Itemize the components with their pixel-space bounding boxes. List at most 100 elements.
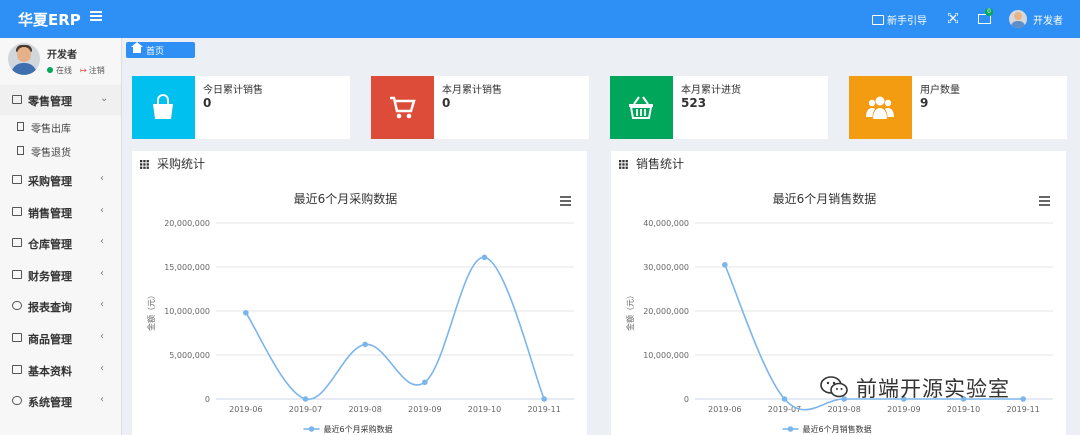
data-point bbox=[302, 396, 309, 402]
chevron-left-icon: ‹ bbox=[100, 173, 104, 184]
y-tick-label: 10,000,000 bbox=[164, 307, 210, 316]
sidebar-subitem-retail-return[interactable]: 零售退货 bbox=[0, 139, 121, 163]
data-point bbox=[422, 379, 428, 386]
shopping-basket-icon bbox=[629, 96, 653, 119]
grid-icon bbox=[12, 365, 22, 374]
grid-icon bbox=[140, 160, 149, 169]
watermark-text: 前端开源实验室 bbox=[856, 377, 1010, 401]
chart-title: 最近6个月采购数据 bbox=[294, 191, 398, 206]
series-line bbox=[245, 256, 545, 400]
sidebar-item-system[interactable]: 系统管理 ‹ bbox=[0, 386, 121, 416]
x-tick-label: 2019-09 bbox=[408, 405, 441, 414]
legend-label: 最近6个月销售数据 bbox=[803, 424, 872, 434]
y-tick-label: 15,000,000 bbox=[164, 263, 210, 272]
y-tick-label: 0 bbox=[205, 395, 210, 404]
avatar bbox=[8, 43, 40, 75]
chevron-left-icon: ‹ bbox=[100, 299, 104, 310]
brand-logo[interactable]: 华夏ERP bbox=[18, 9, 81, 30]
logout-icon: ↦ bbox=[80, 66, 87, 75]
panel-title: 销售统计 bbox=[636, 157, 685, 171]
x-tick-label: 2019-07 bbox=[768, 405, 801, 414]
y-tick-label: 30,000,000 bbox=[643, 263, 689, 272]
y-tick-label: 0 bbox=[684, 395, 689, 404]
data-point bbox=[722, 262, 728, 268]
sidebar-item-basic-data[interactable]: 基本资料 ‹ bbox=[0, 355, 121, 385]
stat-icon-box bbox=[132, 76, 195, 139]
y-tick-label: 40,000,000 bbox=[643, 219, 689, 228]
y-axis-label: 金额（元） bbox=[146, 291, 156, 331]
sidebar-toggle-icon[interactable] bbox=[90, 11, 102, 21]
file-icon bbox=[17, 122, 24, 131]
data-point bbox=[1020, 396, 1026, 402]
sidebar-user-name: 开发者 bbox=[47, 50, 77, 61]
chevron-left-icon: ‹ bbox=[100, 236, 104, 247]
gear-icon bbox=[12, 396, 22, 405]
sidebar-item-retail[interactable]: 零售管理 ⌄ bbox=[0, 85, 121, 115]
chevron-left-icon: ‹ bbox=[100, 268, 104, 279]
chevron-left-icon: ‹ bbox=[100, 331, 104, 342]
data-point bbox=[243, 309, 249, 316]
layers-icon bbox=[12, 238, 22, 247]
user-panel: 开发者 在线 ↦ 注销 bbox=[0, 38, 121, 82]
logout-link[interactable]: ↦ 注销 bbox=[80, 65, 105, 76]
monitor-icon bbox=[12, 175, 22, 184]
chart-title: 最近6个月销售数据 bbox=[773, 191, 877, 206]
sidebar-item-reports[interactable]: 报表查询 ‹ bbox=[0, 291, 121, 321]
chevron-down-icon: ⌄ bbox=[100, 93, 109, 104]
y-tick-label: 10,000,000 bbox=[643, 351, 689, 360]
wechat-icon bbox=[820, 376, 848, 398]
x-tick-label: 2019-08 bbox=[827, 405, 860, 414]
x-tick-label: 2019-06 bbox=[229, 405, 262, 414]
legend-marker bbox=[787, 426, 794, 432]
diamond-icon bbox=[872, 15, 884, 25]
sidebar-item-finance[interactable]: 财务管理 ‹ bbox=[0, 260, 121, 290]
users-icon bbox=[866, 96, 894, 119]
sidebar-item-purchase[interactable]: 采购管理 ‹ bbox=[0, 165, 121, 195]
sidebar-item-warehouse[interactable]: 仓库管理 ‹ bbox=[0, 228, 121, 258]
sidebar-item-sales[interactable]: 销售管理 ‹ bbox=[0, 197, 121, 227]
status-online: 在线 bbox=[47, 65, 72, 76]
dropbox-icon bbox=[12, 333, 22, 342]
stat-month-sales: 本月累计销售 0 bbox=[371, 76, 589, 139]
guide-link[interactable]: 新手引导 bbox=[872, 12, 927, 27]
breadcrumb[interactable]: 首页 bbox=[126, 42, 195, 58]
briefcase-icon bbox=[12, 207, 22, 216]
sidebar-subitem-retail-out[interactable]: 零售出库 bbox=[0, 115, 121, 139]
x-tick-label: 2019-07 bbox=[289, 405, 322, 414]
grid-icon bbox=[619, 160, 628, 169]
x-tick-label: 2019-09 bbox=[887, 405, 920, 414]
x-tick-label: 2019-11 bbox=[527, 405, 560, 414]
data-point bbox=[781, 396, 788, 402]
mail-badge: 0 bbox=[985, 8, 993, 16]
purchase-stats-panel: 采购统计 最近6个月采购数据 0 5,000,000 10,000,000 15,000… bbox=[132, 151, 587, 435]
stat-month-purchase: 本月累计进货 523 bbox=[610, 76, 828, 139]
chevron-left-icon: ‹ bbox=[100, 363, 104, 374]
gift-icon bbox=[12, 95, 22, 104]
chevron-left-icon: ‹ bbox=[100, 205, 104, 216]
file-icon bbox=[17, 146, 24, 155]
sidebar: 开发者 在线 ↦ 注销 零售管理 ⌄ 零售出库 零售退货 采购管理 ‹ 销售管理 … bbox=[0, 38, 122, 435]
stat-icon-box bbox=[371, 76, 434, 139]
y-axis-label: 金额（元） bbox=[625, 291, 635, 331]
legend-marker bbox=[308, 426, 315, 432]
user-avatar[interactable] bbox=[1009, 10, 1027, 28]
top-navbar: 华夏ERP 新手引导 0 开发者 bbox=[0, 0, 1080, 38]
shopping-bag-icon bbox=[153, 94, 173, 119]
guide-label: 新手引导 bbox=[887, 16, 927, 27]
y-tick-label: 5,000,000 bbox=[169, 351, 210, 360]
online-dot-icon bbox=[47, 67, 53, 73]
map-icon bbox=[12, 270, 22, 279]
stat-icon-box bbox=[849, 76, 912, 139]
sidebar-item-products[interactable]: 商品管理 ‹ bbox=[0, 323, 121, 353]
data-point bbox=[481, 254, 488, 261]
y-tick-label: 20,000,000 bbox=[643, 307, 689, 316]
x-tick-label: 2019-06 bbox=[708, 405, 741, 414]
legend-label: 最近6个月采购数据 bbox=[324, 424, 393, 434]
shopping-cart-icon bbox=[390, 96, 416, 119]
stat-user-count: 用户数量 9 bbox=[849, 76, 1067, 139]
chevron-left-icon: ‹ bbox=[100, 394, 104, 405]
user-menu[interactable]: 开发者 bbox=[1033, 12, 1063, 27]
fullscreen-icon[interactable] bbox=[948, 13, 958, 23]
x-tick-label: 2019-08 bbox=[348, 405, 381, 414]
stat-icon-box bbox=[610, 76, 673, 139]
